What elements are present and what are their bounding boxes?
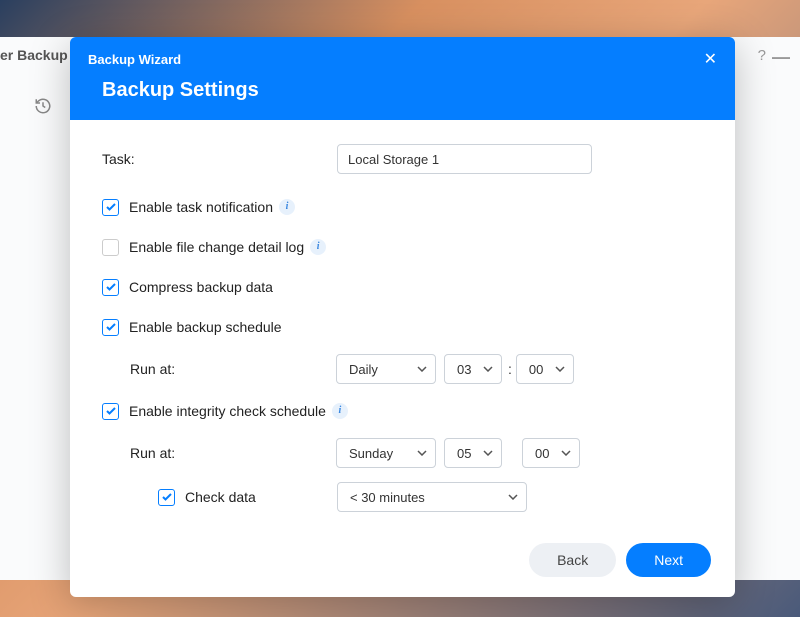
check-data-label: Check data <box>185 489 337 505</box>
info-icon[interactable]: i <box>332 403 348 419</box>
help-button[interactable]: ? <box>758 47 766 64</box>
modal-header: Backup Wizard ✕ Backup Settings <box>70 37 735 120</box>
enable-file-log-label: Enable file change detail log <box>129 239 304 255</box>
chevron-down-icon <box>483 450 493 456</box>
integrity-hour-select[interactable]: 05 <box>444 438 502 468</box>
schedule-freq-select[interactable]: Daily <box>336 354 436 384</box>
chevron-down-icon <box>508 494 518 500</box>
task-input[interactable] <box>337 144 592 174</box>
modal-body: Task: Enable task notification i Enable … <box>70 120 735 527</box>
check-data-checkbox[interactable] <box>158 489 175 506</box>
schedule-minute-select[interactable]: 00 <box>516 354 574 384</box>
chevron-down-icon <box>483 366 493 372</box>
chevron-down-icon <box>555 366 565 372</box>
back-button[interactable]: Back <box>529 543 616 577</box>
modal-footer: Back Next <box>70 527 735 597</box>
wizard-label: Backup Wizard <box>88 52 181 67</box>
close-button[interactable]: ✕ <box>704 49 717 69</box>
next-button[interactable]: Next <box>626 543 711 577</box>
check-duration-select[interactable]: < 30 minutes <box>337 482 527 512</box>
integrity-minute-select[interactable]: 00 <box>522 438 580 468</box>
runat-label: Run at: <box>130 361 337 377</box>
enable-notification-checkbox[interactable] <box>102 199 119 216</box>
enable-schedule-label: Enable backup schedule <box>129 319 282 335</box>
enable-integrity-checkbox[interactable] <box>102 403 119 420</box>
integrity-runat-label: Run at: <box>130 445 337 461</box>
info-icon[interactable]: i <box>279 199 295 215</box>
info-icon[interactable]: i <box>310 239 326 255</box>
chevron-down-icon <box>561 450 571 456</box>
enable-integrity-label: Enable integrity check schedule <box>129 403 326 419</box>
enable-schedule-checkbox[interactable] <box>102 319 119 336</box>
minimize-button[interactable]: — <box>772 47 790 68</box>
enable-notification-label: Enable task notification <box>129 199 273 215</box>
parent-window-title: er Backup <box>0 47 68 63</box>
backup-wizard-modal: Backup Wizard ✕ Backup Settings Task: En… <box>70 37 735 597</box>
page-title: Backup Settings <box>102 79 717 102</box>
compress-checkbox[interactable] <box>102 279 119 296</box>
integrity-day-select[interactable]: Sunday <box>336 438 436 468</box>
schedule-hour-select[interactable]: 03 <box>444 354 502 384</box>
chevron-down-icon <box>417 450 427 456</box>
task-label: Task: <box>102 151 337 167</box>
enable-file-log-checkbox[interactable] <box>102 239 119 256</box>
time-colon: : <box>508 361 512 377</box>
history-icon[interactable] <box>34 97 52 120</box>
compress-label: Compress backup data <box>129 279 273 295</box>
chevron-down-icon <box>417 366 427 372</box>
